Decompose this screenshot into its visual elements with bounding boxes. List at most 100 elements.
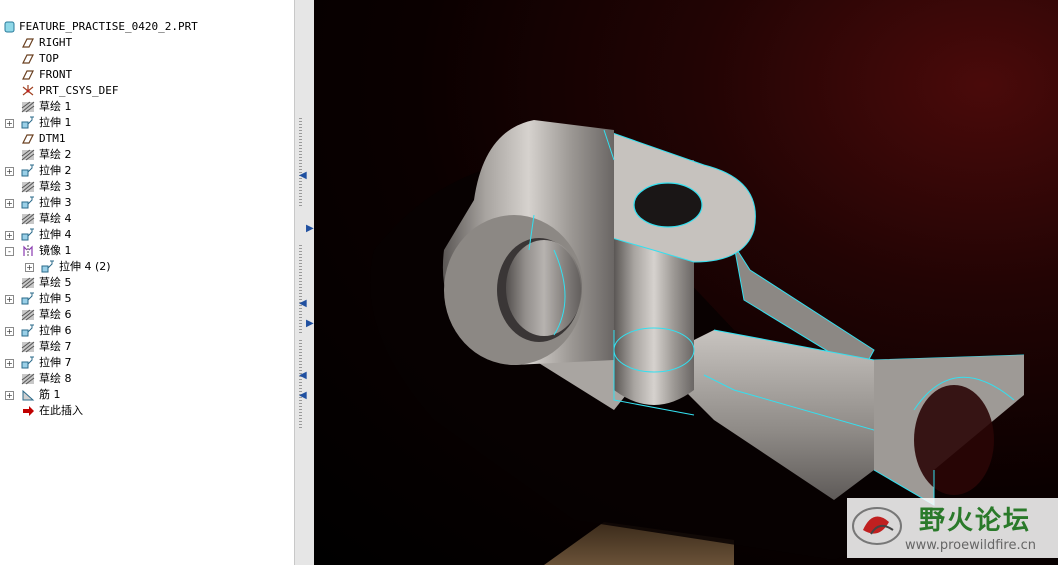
tree-item[interactable]: + 拉伸 4 (2) xyxy=(0,259,294,275)
tree-item-label: 草绘 3 xyxy=(39,180,72,193)
tree-item[interactable]: + 拉伸 1 xyxy=(0,115,294,131)
collapse-toggle-icon[interactable]: - xyxy=(5,247,14,256)
tree-item-label: 草绘 4 xyxy=(39,212,72,225)
expand-toggle-icon[interactable]: + xyxy=(5,295,14,304)
tree-item[interactable]: PRT_CSYS_DEF xyxy=(0,83,294,99)
tree-item[interactable]: 草绘 3 xyxy=(0,179,294,195)
sketch-icon xyxy=(20,212,36,226)
datum-plane-icon xyxy=(20,36,36,50)
tree-item-label: TOP xyxy=(39,52,59,65)
tree-item-label: 拉伸 7 xyxy=(39,356,72,369)
extrude-icon xyxy=(20,196,36,210)
expand-toggle-icon[interactable]: + xyxy=(5,119,14,128)
tree-item[interactable]: 草绘 6 xyxy=(0,307,294,323)
expand-toggle-icon[interactable]: + xyxy=(5,359,14,368)
top-hole xyxy=(633,182,703,228)
tree-item[interactable]: + 拉伸 6 xyxy=(0,323,294,339)
extrude-icon xyxy=(20,324,36,338)
datum-plane-icon xyxy=(20,52,36,66)
tree-item-label: 筋 1 xyxy=(39,388,61,401)
watermark-url: www.proewildfire.cn xyxy=(905,538,1036,553)
tree-item[interactable]: TOP xyxy=(0,51,294,67)
expand-toggle-icon[interactable]: + xyxy=(5,199,14,208)
datum-plane-icon xyxy=(20,68,36,82)
tree-item-label: 草绘 1 xyxy=(39,100,72,113)
tree-item[interactable]: 草绘 7 xyxy=(0,339,294,355)
tree-item[interactable]: + 拉伸 2 xyxy=(0,163,294,179)
model-tree-panel: FEATURE_PRACTISE_0420_2.PRT RIGHT TOP FRONT… xyxy=(0,0,294,565)
extrude-icon xyxy=(40,260,56,274)
tree-item[interactable]: 草绘 2 xyxy=(0,147,294,163)
expand-right-arrow-icon[interactable]: ▶ xyxy=(306,223,314,235)
tree-item-label: DTM1 xyxy=(39,132,66,145)
tree-item-label: 拉伸 4 (2) xyxy=(59,260,111,273)
forum-logo-icon xyxy=(852,507,902,545)
sketch-icon xyxy=(20,308,36,322)
splitter-grip[interactable] xyxy=(299,118,302,208)
sketch-icon xyxy=(20,340,36,354)
panel-splitter[interactable]: ◀ ▶ ◀ ▶ ◀ ◀ xyxy=(294,0,315,565)
tree-item-label: 拉伸 4 xyxy=(39,228,72,241)
expand-toggle-icon[interactable]: + xyxy=(5,391,14,400)
extrude-icon xyxy=(20,292,36,306)
tree-item[interactable]: + 拉伸 4 xyxy=(0,227,294,243)
csys-icon xyxy=(20,84,36,98)
expand-toggle-icon[interactable]: + xyxy=(25,263,34,272)
tree-item[interactable]: 草绘 8 xyxy=(0,371,294,387)
tree-item-label: 草绘 8 xyxy=(39,372,72,385)
tree-item-label: 镜像 1 xyxy=(39,244,72,257)
tree-item[interactable]: 草绘 1 xyxy=(0,99,294,115)
tree-item[interactable]: FRONT xyxy=(0,67,294,83)
tree-item-label: 在此插入 xyxy=(39,404,83,417)
tree-item-label: 拉伸 1 xyxy=(39,116,72,129)
tree-item[interactable]: RIGHT xyxy=(0,35,294,51)
tree-item[interactable]: 在此插入 xyxy=(0,403,294,419)
tree-item-label: 拉伸 6 xyxy=(39,324,72,337)
collapse-left-arrow-icon[interactable]: ◀ xyxy=(299,390,307,402)
tree-item[interactable]: - 镜像 1 xyxy=(0,243,294,259)
sketch-icon xyxy=(20,372,36,386)
splitter-grip[interactable] xyxy=(299,245,302,335)
expand-toggle-icon[interactable]: + xyxy=(5,167,14,176)
tree-item[interactable]: 草绘 4 xyxy=(0,211,294,227)
collapse-left-arrow-icon[interactable]: ◀ xyxy=(299,370,307,382)
3d-model-viewport[interactable]: 野火论坛 www.proewildfire.cn xyxy=(314,0,1058,565)
tree-item-label: RIGHT xyxy=(39,36,73,49)
tree-item-label: 草绘 7 xyxy=(39,340,72,353)
tree-root-part[interactable]: FEATURE_PRACTISE_0420_2.PRT xyxy=(0,19,294,35)
extrude-icon xyxy=(20,164,36,178)
tree-item[interactable]: + 拉伸 5 xyxy=(0,291,294,307)
splitter-grip[interactable] xyxy=(299,340,302,430)
tree-item[interactable]: + 筋 1 xyxy=(0,387,294,403)
collapse-left-arrow-icon[interactable]: ◀ xyxy=(299,170,307,182)
tree-item-label: 草绘 5 xyxy=(39,276,72,289)
rib-icon xyxy=(20,388,36,402)
sketch-icon xyxy=(20,276,36,290)
tree-item[interactable]: + 拉伸 3 xyxy=(0,195,294,211)
expand-toggle-icon[interactable]: + xyxy=(5,231,14,240)
insert-here-arrow-icon xyxy=(20,404,36,418)
collapse-left-arrow-icon[interactable]: ◀ xyxy=(299,298,307,310)
mirror-icon xyxy=(20,244,36,258)
extrude-icon xyxy=(20,228,36,242)
datum-plane-icon xyxy=(20,132,36,146)
forum-watermark: 野火论坛 www.proewildfire.cn xyxy=(847,498,1058,558)
extrude-icon xyxy=(20,116,36,130)
expand-toggle-icon[interactable]: + xyxy=(5,327,14,336)
tree-item-label: PRT_CSYS_DEF xyxy=(39,84,119,97)
extrude-icon xyxy=(20,356,36,370)
sketch-icon xyxy=(20,100,36,114)
tree-item-label: 拉伸 5 xyxy=(39,292,72,305)
tree-item-label: 草绘 2 xyxy=(39,148,72,161)
tree-item-label: 拉伸 2 xyxy=(39,164,72,177)
tree-item-label: FRONT xyxy=(39,68,73,81)
expand-right-arrow-icon[interactable]: ▶ xyxy=(306,318,314,330)
watermark-title: 野火论坛 xyxy=(919,506,1032,536)
tree-item-label: 拉伸 3 xyxy=(39,196,72,209)
part-icon xyxy=(2,20,18,34)
tree-item[interactable]: 草绘 5 xyxy=(0,275,294,291)
tree-item-label: FEATURE_PRACTISE_0420_2.PRT xyxy=(19,20,198,33)
tree-item-label: 草绘 6 xyxy=(39,308,72,321)
tree-item[interactable]: DTM1 xyxy=(0,131,294,147)
tree-item[interactable]: + 拉伸 7 xyxy=(0,355,294,371)
